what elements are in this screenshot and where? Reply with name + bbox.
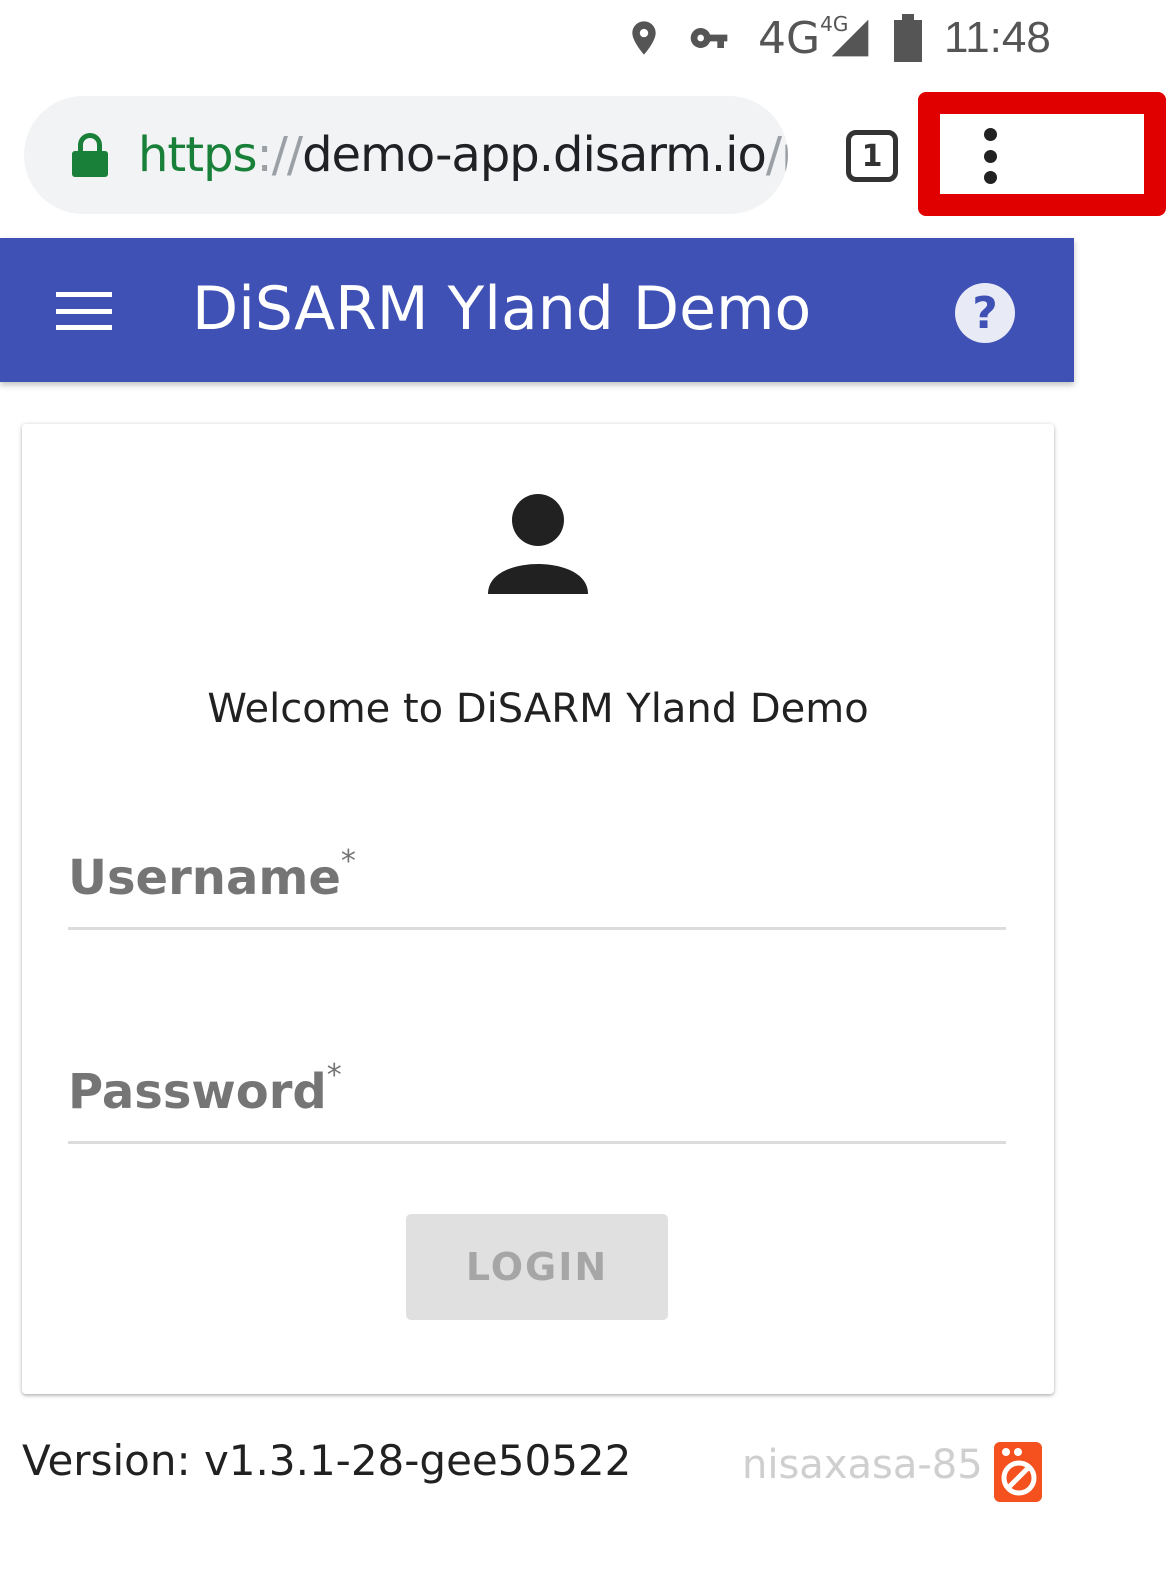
url-separator: :// bbox=[256, 127, 304, 183]
menu-icon[interactable] bbox=[56, 292, 112, 330]
instance-logo-icon bbox=[994, 1442, 1042, 1502]
address-bar[interactable]: https://demo-app.disarm.io/n bbox=[24, 96, 788, 214]
version-text: Version: v1.3.1-28-gee50522 bbox=[22, 1436, 632, 1485]
status-bar: 4G 4G 11:48 bbox=[0, 0, 1176, 76]
url-scheme: https bbox=[138, 127, 258, 183]
url-host: demo-app.disarm.io bbox=[302, 127, 767, 183]
login-button[interactable]: LOGIN bbox=[406, 1214, 668, 1320]
username-field[interactable]: Username* bbox=[68, 840, 1006, 930]
password-field[interactable]: Password* bbox=[68, 1054, 1006, 1144]
battery-icon bbox=[890, 0, 926, 76]
highlight-box bbox=[918, 92, 1166, 216]
vpn-key-icon bbox=[682, 0, 736, 76]
instance-name: nisaxasa-85 bbox=[742, 1442, 983, 1488]
more-options-icon[interactable] bbox=[960, 120, 1020, 192]
svg-text:?: ? bbox=[972, 288, 998, 339]
signal-icon bbox=[828, 0, 872, 76]
app-bar: DiSARM Yland Demo bbox=[0, 238, 1074, 382]
tab-count: 1 bbox=[861, 138, 883, 174]
lock-icon bbox=[72, 133, 108, 177]
url-text: https://demo-app.disarm.io/n bbox=[138, 127, 788, 183]
url-path: /n bbox=[765, 127, 788, 183]
welcome-message: Welcome to DiSARM Yland Demo bbox=[207, 686, 869, 732]
help-icon[interactable]: ? bbox=[954, 282, 1016, 344]
person-icon bbox=[486, 494, 590, 598]
username-input[interactable] bbox=[68, 840, 1006, 927]
location-icon bbox=[624, 0, 664, 76]
password-input[interactable] bbox=[68, 1054, 1006, 1141]
clock: 11:48 bbox=[944, 13, 1051, 62]
tab-switcher-button[interactable]: 1 bbox=[846, 130, 898, 182]
login-card: Welcome to DiSARM Yland Demo Username* P… bbox=[22, 424, 1054, 1394]
app-title: DiSARM Yland Demo bbox=[192, 274, 812, 344]
